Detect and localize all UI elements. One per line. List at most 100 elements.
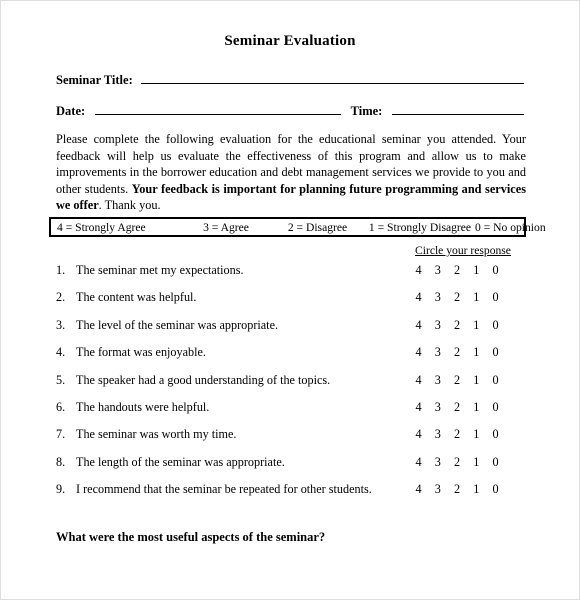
response-option-0[interactable]: 0	[491, 318, 500, 333]
question-text: The seminar was worth my time.	[76, 427, 237, 442]
date-input[interactable]	[95, 103, 341, 115]
question-row: 4. The format was enjoyable. 4 3 2 1 0	[56, 345, 526, 372]
question-response-options: 4 3 2 1 0	[414, 263, 500, 278]
question-text: I recommend that the seminar be repeated…	[76, 482, 372, 497]
response-option-1[interactable]: 1	[472, 263, 481, 278]
question-row: 1. The seminar met my expectations. 4 3 …	[56, 263, 526, 290]
question-response-options: 4 3 2 1 0	[414, 400, 500, 415]
seminar-title-field-row: Seminar Title:	[56, 72, 524, 88]
response-option-4[interactable]: 4	[414, 427, 423, 442]
response-option-1[interactable]: 1	[472, 345, 481, 360]
seminar-title-label: Seminar Title:	[56, 73, 133, 87]
question-row: 6. The handouts were helpful. 4 3 2 1 0	[56, 400, 526, 427]
scale-item-4: 4 = Strongly Agree	[57, 220, 146, 234]
seminar-title-input[interactable]	[140, 72, 524, 84]
response-option-4[interactable]: 4	[414, 400, 423, 415]
response-option-0[interactable]: 0	[491, 482, 500, 497]
date-label: Date:	[56, 104, 86, 118]
response-option-2[interactable]: 2	[453, 400, 462, 415]
question-number: 1.	[56, 263, 66, 277]
question-number: 3.	[56, 317, 66, 332]
response-option-4[interactable]: 4	[414, 290, 423, 305]
response-option-0[interactable]: 0	[491, 290, 500, 305]
question-row: 7. The seminar was worth my time. 4 3 2 …	[56, 427, 526, 454]
response-option-2[interactable]: 2	[453, 482, 462, 497]
response-option-2[interactable]: 2	[453, 455, 462, 470]
page-title: Seminar Evaluation	[224, 33, 356, 49]
question-response-options: 4 3 2 1 0	[414, 318, 500, 333]
response-option-1[interactable]: 1	[472, 318, 481, 333]
question-row: 3. The level of the seminar was appropri…	[56, 318, 526, 345]
question-number: 8.	[56, 454, 66, 469]
question-text: The handouts were helpful.	[76, 399, 210, 414]
question-text: The level of the seminar was appropriate…	[76, 317, 279, 332]
evaluation-form-page: Seminar Evaluation Seminar Title: Date: …	[0, 0, 580, 600]
response-option-3[interactable]: 3	[433, 373, 442, 388]
response-option-4[interactable]: 4	[414, 263, 423, 278]
question-number: 6.	[56, 399, 66, 414]
response-option-2[interactable]: 2	[453, 263, 462, 278]
response-option-1[interactable]: 1	[472, 482, 481, 497]
question-number: 4.	[56, 345, 66, 360]
question-row: 8. The length of the seminar was appropr…	[56, 455, 526, 482]
response-option-4[interactable]: 4	[414, 345, 423, 360]
response-option-0[interactable]: 0	[491, 455, 500, 470]
question-text: The format was enjoyable.	[76, 345, 206, 360]
response-option-4[interactable]: 4	[414, 482, 423, 497]
date-time-field-row: Date: Time:	[56, 103, 524, 119]
question-number: 5.	[56, 372, 66, 387]
response-option-3[interactable]: 3	[433, 263, 442, 278]
scale-item-2: 2 = Disagree	[287, 220, 348, 234]
question-response-options: 4 3 2 1 0	[414, 373, 500, 388]
response-option-2[interactable]: 2	[453, 345, 462, 360]
time-input[interactable]	[392, 103, 524, 115]
intro-text-part2: . Thank you.	[98, 198, 161, 213]
response-option-2[interactable]: 2	[453, 427, 462, 442]
response-option-0[interactable]: 0	[491, 345, 500, 360]
response-option-2[interactable]: 2	[453, 318, 462, 333]
response-option-1[interactable]: 1	[472, 455, 481, 470]
closing-question: What were the most useful aspects of the…	[56, 530, 326, 544]
response-option-3[interactable]: 3	[433, 318, 442, 333]
question-response-options: 4 3 2 1 0	[414, 455, 500, 470]
question-response-options: 4 3 2 1 0	[414, 345, 500, 360]
response-option-1[interactable]: 1	[472, 290, 481, 305]
intro-paragraph: Please complete the following evaluation…	[56, 131, 526, 214]
question-text: The length of the seminar was appropriat…	[76, 454, 285, 469]
rating-scale-legend: 4 = Strongly Agree 3 = Agree 2 = Disagre…	[49, 217, 546, 237]
question-list: 1. The seminar met my expectations. 4 3 …	[56, 263, 526, 510]
circle-response-hint: Circle your response	[415, 244, 511, 257]
response-option-0[interactable]: 0	[491, 263, 500, 278]
response-option-3[interactable]: 3	[433, 482, 442, 497]
response-option-4[interactable]: 4	[414, 373, 423, 388]
response-option-3[interactable]: 3	[433, 455, 442, 470]
scale-item-1: 1 = Strongly Disagree	[368, 220, 472, 234]
question-text: The content was helpful.	[76, 290, 197, 305]
response-option-4[interactable]: 4	[414, 455, 423, 470]
time-label: Time:	[350, 104, 383, 118]
response-option-1[interactable]: 1	[472, 400, 481, 415]
scale-item-0: 0 = No opinion	[475, 220, 546, 234]
question-response-options: 4 3 2 1 0	[414, 427, 500, 442]
response-option-3[interactable]: 3	[433, 290, 442, 305]
question-row: 5. The speaker had a good understanding …	[56, 373, 526, 400]
response-option-3[interactable]: 3	[433, 400, 442, 415]
response-option-2[interactable]: 2	[453, 290, 462, 305]
response-option-0[interactable]: 0	[491, 400, 500, 415]
question-number: 9.	[56, 482, 66, 497]
response-option-3[interactable]: 3	[433, 345, 442, 360]
question-number: 7.	[56, 427, 66, 442]
response-option-3[interactable]: 3	[433, 427, 442, 442]
response-option-0[interactable]: 0	[491, 427, 500, 442]
question-number: 2.	[56, 290, 66, 305]
question-text: The speaker had a good understanding of …	[76, 372, 331, 387]
scale-item-3: 3 = Agree	[203, 220, 249, 234]
response-option-4[interactable]: 4	[414, 318, 423, 333]
response-option-2[interactable]: 2	[453, 373, 462, 388]
question-text: The seminar met my expectations.	[76, 263, 244, 277]
response-option-1[interactable]: 1	[472, 427, 481, 442]
question-row: 2. The content was helpful. 4 3 2 1 0	[56, 290, 526, 317]
response-option-0[interactable]: 0	[491, 373, 500, 388]
response-option-1[interactable]: 1	[472, 373, 481, 388]
question-response-options: 4 3 2 1 0	[414, 290, 500, 305]
